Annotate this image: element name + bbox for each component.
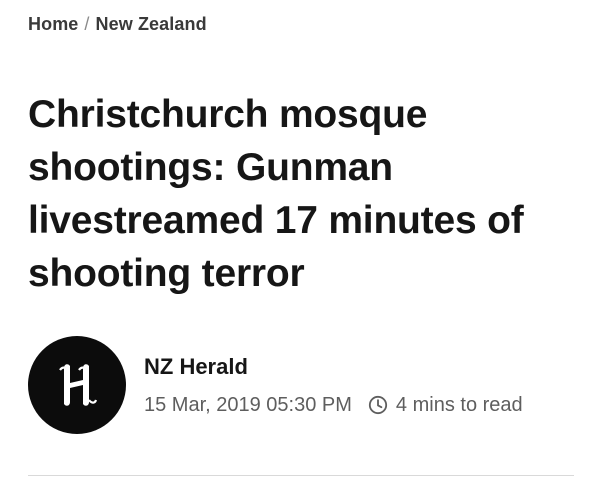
publish-info: 15 Mar, 2019 05:30 PM 4 mins to read (144, 394, 523, 417)
publish-date: 15 Mar, 2019 05:30 PM (144, 393, 352, 416)
byline-meta: NZ Herald 15 Mar, 2019 05:30 PM 4 mins t… (144, 354, 523, 417)
avatar[interactable] (28, 336, 126, 434)
read-time: 4 mins to read (395, 393, 523, 416)
divider (28, 475, 574, 476)
breadcrumb-separator: / (84, 14, 90, 34)
author-name[interactable]: NZ Herald (144, 354, 523, 380)
article-headline: Christchurch mosque shootings: Gunman li… (28, 93, 524, 295)
article-byline: NZ Herald 15 Mar, 2019 05:30 PM 4 mins t… (28, 335, 580, 435)
breadcrumb-home-link[interactable]: Home (28, 14, 78, 35)
breadcrumb: Home / New Zealand (28, 14, 207, 35)
breadcrumb-section-link[interactable]: New Zealand (96, 14, 207, 35)
clock-icon (368, 395, 388, 415)
nz-herald-h-logo-icon (59, 364, 98, 406)
